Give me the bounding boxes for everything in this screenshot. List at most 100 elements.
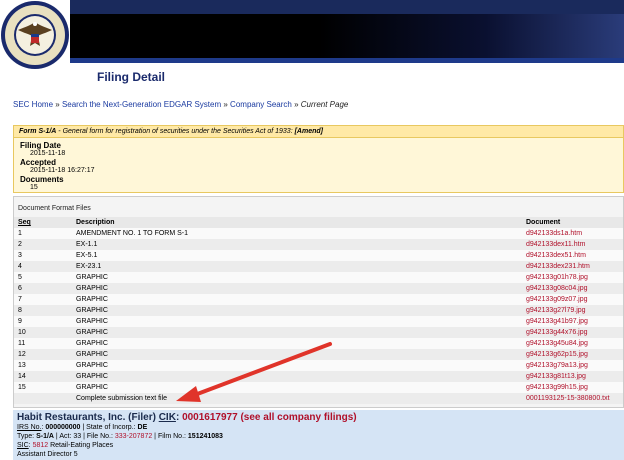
- seq-column-header[interactable]: Seq: [14, 217, 72, 228]
- header-banner: [70, 14, 624, 58]
- row-document-cell: 0001193125-15-380800.txt: [522, 393, 623, 404]
- document-link[interactable]: d942133dex11.htm: [526, 241, 585, 248]
- sec-seal-logo[interactable]: [0, 0, 70, 70]
- accepted-value: 2015-11-18 16:27:17: [30, 167, 95, 174]
- row-seq: 7: [14, 294, 72, 305]
- row-document-cell: d942133ds1a.htm: [522, 228, 623, 239]
- act-label: Act:: [59, 433, 72, 440]
- row-seq: 12: [14, 349, 72, 360]
- document-link[interactable]: g942133g45u84.jpg: [526, 340, 588, 347]
- document-link[interactable]: d942133dex231.htm: [526, 263, 590, 270]
- all-company-filings-link[interactable]: (see all company filings): [240, 412, 356, 423]
- type-label: Type:: [17, 433, 35, 440]
- document-link[interactable]: d942133dex51.htm: [526, 252, 586, 259]
- form-description: - General form for registration of secur…: [56, 128, 295, 135]
- breadcrumb-separator: »: [223, 100, 228, 109]
- row-document-cell: g942133g99h15.jpg: [522, 382, 623, 393]
- breadcrumb-separator: »: [55, 100, 60, 109]
- table-row: 8 GRAPHIC g942133g27l79.jpg: [14, 305, 623, 316]
- row-document-cell: d942133dex231.htm: [522, 261, 623, 272]
- document-section-title: Document Format Files: [18, 205, 91, 212]
- sic-code-link[interactable]: 5812: [33, 442, 49, 449]
- filing-date-label: Filing Date: [20, 141, 61, 150]
- row-document-cell: g942133g27l79.jpg: [522, 305, 623, 316]
- document-column-header: Document: [522, 217, 623, 228]
- documents-label: Documents: [20, 175, 64, 184]
- cik-label: CIK: [158, 412, 176, 423]
- filer-name: Habit Restaurants, Inc. (Filer): [17, 412, 156, 423]
- document-link[interactable]: g942133g08c04.jpg: [526, 285, 588, 292]
- table-row: 10 GRAPHIC g942133g44x76.jpg: [14, 327, 623, 338]
- row-document-cell: g942133g08c04.jpg: [522, 283, 623, 294]
- filing-date-value: 2015-11-18: [30, 150, 66, 157]
- document-link[interactable]: g942133g99h15.jpg: [526, 384, 588, 391]
- row-document-cell: g942133g81t13.jpg: [522, 371, 623, 382]
- document-link[interactable]: g942133g79a13.jpg: [526, 362, 588, 369]
- accepted-label: Accepted: [20, 158, 57, 167]
- document-link[interactable]: g942133g81t13.jpg: [526, 373, 586, 380]
- header-banner-stripe: [70, 58, 624, 63]
- table-row: 3 EX-5.1 d942133dex51.htm: [14, 250, 623, 261]
- table-row: 1 AMENDMENT NO. 1 TO FORM S-1 d942133ds1a.…: [14, 228, 623, 239]
- document-link[interactable]: d942133ds1a.htm: [526, 230, 582, 237]
- document-link[interactable]: 0001193125-15-380800.txt: [526, 395, 610, 402]
- irs-value: 000000000: [45, 424, 81, 431]
- filer-type-line: Type: S-1/A | Act: 33 | File No.: 333-20…: [17, 433, 223, 440]
- row-description: AMENDMENT NO. 1 TO FORM S-1: [72, 228, 522, 239]
- page-header: Filing Detail: [0, 0, 624, 92]
- table-row: 6 GRAPHIC g942133g08c04.jpg: [14, 283, 623, 294]
- breadcrumb-separator: »: [294, 100, 299, 109]
- row-description: GRAPHIC: [72, 283, 522, 294]
- row-document-cell: g942133g01h78.jpg: [522, 272, 623, 283]
- breadcrumb-edgar-search[interactable]: Search the Next-Generation EDGAR System: [62, 100, 221, 109]
- row-description: GRAPHIC: [72, 294, 522, 305]
- assistant-director: Assistant Director 5: [17, 451, 78, 458]
- file-no-link[interactable]: 333-207872: [115, 433, 152, 440]
- row-seq: [14, 393, 72, 404]
- row-document-cell: g942133g45u84.jpg: [522, 338, 623, 349]
- documents-value: 15: [30, 184, 38, 191]
- document-link[interactable]: g942133g44x76.jpg: [526, 329, 588, 336]
- breadcrumb: SEC Home » Search the Next-Generation ED…: [13, 100, 348, 109]
- film-no-value: 151241083: [187, 433, 223, 440]
- cik-value-link[interactable]: 0001617977: [182, 412, 238, 423]
- irs-label: IRS No.: [17, 424, 42, 431]
- document-link[interactable]: g942133g62p15.jpg: [526, 351, 588, 358]
- form-amend-flag: [Amend]: [294, 128, 323, 135]
- row-seq: 5: [14, 272, 72, 283]
- form-type: Form S-1/A: [19, 128, 57, 135]
- state-incorp-label: State of Incorp.:: [86, 424, 136, 431]
- document-link[interactable]: g942133g09z07.jpg: [526, 296, 588, 303]
- row-document-cell: g942133g41b97.jpg: [522, 316, 623, 327]
- filer-irs-line: IRS No.: 000000000 | State of Incorp.: D…: [17, 424, 148, 431]
- act-value: 33: [73, 433, 82, 440]
- film-no-label: Film No.:: [157, 433, 186, 440]
- row-description: GRAPHIC: [72, 327, 522, 338]
- form-type-banner: Form S-1/A - General form for registrati…: [13, 125, 624, 138]
- table-header-row: Seq Description Document: [14, 217, 623, 228]
- row-seq: 10: [14, 327, 72, 338]
- row-seq: 1: [14, 228, 72, 239]
- row-seq: 6: [14, 283, 72, 294]
- row-seq: 8: [14, 305, 72, 316]
- row-seq: 4: [14, 261, 72, 272]
- row-description: EX-5.1: [72, 250, 522, 261]
- breadcrumb-company-search[interactable]: Company Search: [230, 100, 292, 109]
- row-description: GRAPHIC: [72, 272, 522, 283]
- description-column-header: Description: [72, 217, 522, 228]
- breadcrumb-current-page: Current Page: [300, 100, 349, 109]
- filer-sic-line: SIC: 5812 Retail-Eating Places: [17, 442, 114, 449]
- document-link[interactable]: g942133g27l79.jpg: [526, 307, 586, 314]
- row-document-cell: d942133dex11.htm: [522, 239, 623, 250]
- row-description: EX-23.1: [72, 261, 522, 272]
- page-title: Filing Detail: [97, 70, 166, 84]
- row-description: GRAPHIC: [72, 316, 522, 327]
- breadcrumb-sec-home[interactable]: SEC Home: [13, 100, 53, 109]
- document-link[interactable]: g942133g41b97.jpg: [526, 318, 588, 325]
- row-seq: 13: [14, 360, 72, 371]
- row-document-cell: g942133g62p15.jpg: [522, 349, 623, 360]
- table-row: 2 EX-1.1 d942133dex11.htm: [14, 239, 623, 250]
- document-link[interactable]: g942133g01h78.jpg: [526, 274, 588, 281]
- row-description: EX-1.1: [72, 239, 522, 250]
- annotation-arrow-icon: [176, 342, 332, 402]
